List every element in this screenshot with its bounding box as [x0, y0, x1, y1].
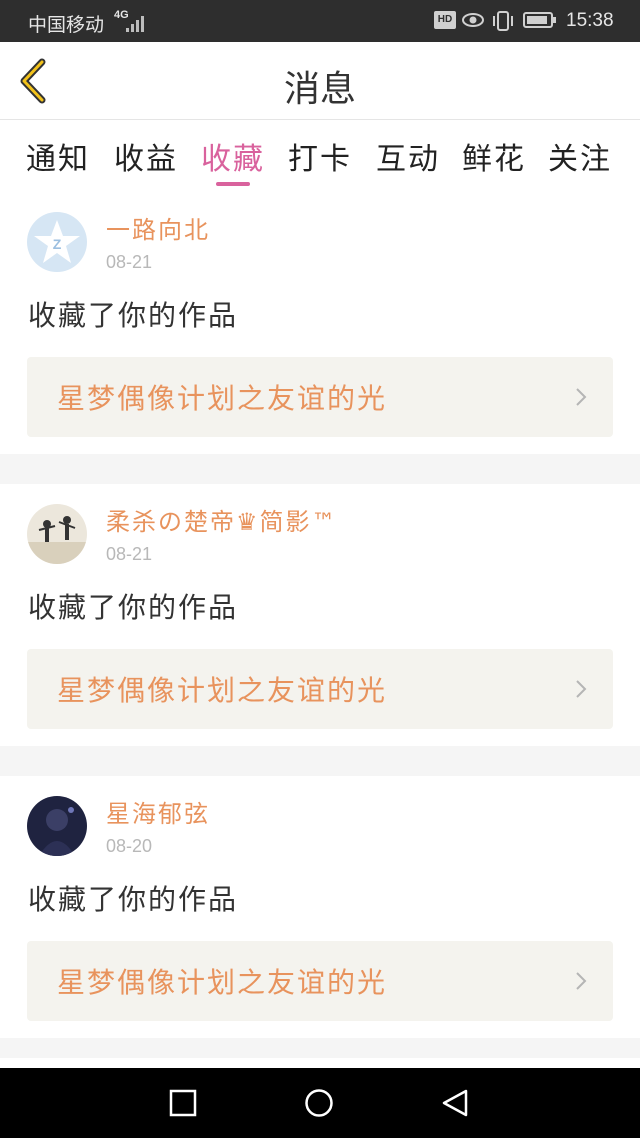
star-avatar-icon: Z	[27, 212, 87, 272]
tab-favorites[interactable]: 收藏	[201, 134, 265, 178]
tab-follow[interactable]: 关注	[548, 134, 612, 178]
work-title: 星梦偶像计划之友谊的光	[57, 966, 388, 999]
tab-interaction[interactable]: 互动	[376, 134, 440, 178]
chevron-right-icon	[576, 972, 587, 990]
page-title: 消息	[283, 69, 356, 110]
work-title: 星梦偶像计划之友谊的光	[57, 382, 388, 415]
tab-flowers[interactable]: 鲜花	[462, 134, 526, 178]
header: 消息	[0, 42, 640, 120]
message-date: 08-21	[106, 252, 153, 272]
work-link[interactable]: 星梦偶像计划之友谊的光	[27, 941, 613, 1021]
signal-icon	[124, 12, 148, 32]
hd-icon: HD	[434, 11, 456, 29]
home-button[interactable]	[304, 1088, 334, 1118]
username[interactable]: 柔杀の楚帝♛简影™	[106, 502, 338, 537]
tab-notice[interactable]: 通知	[26, 134, 90, 178]
recent-apps-button[interactable]	[168, 1088, 198, 1118]
message-date: 08-20	[106, 836, 153, 856]
tab-checkin[interactable]: 打卡	[288, 134, 352, 178]
work-link[interactable]: 星梦偶像计划之友谊的光	[27, 649, 613, 729]
svg-text:Z: Z	[53, 236, 62, 252]
avatar-photo-icon	[27, 796, 87, 856]
square-icon	[169, 1089, 197, 1117]
action-text: 收藏了你的作品	[28, 883, 239, 916]
message-item: 柔杀の楚帝♛简影™ 08-21 收藏了你的作品 星梦偶像计划之友谊的光	[0, 484, 640, 746]
carrier-label: 中国移动	[28, 15, 105, 36]
back-nav-button[interactable]	[440, 1088, 470, 1118]
battery-icon	[523, 12, 556, 28]
avatar[interactable]: Z	[27, 212, 87, 272]
work-title: 星梦偶像计划之友谊的光	[57, 674, 388, 707]
username[interactable]: 一路向北	[106, 210, 210, 245]
status-bar: 中国移动 4G HD 15:38	[0, 0, 640, 42]
username[interactable]: 星海郁弦	[106, 794, 210, 829]
work-link[interactable]: 星梦偶像计划之友谊的光	[27, 357, 613, 437]
avatar-photo-icon	[27, 504, 87, 564]
triangle-back-icon	[442, 1089, 468, 1117]
chevron-right-icon	[576, 388, 587, 406]
system-nav-bar	[0, 1068, 640, 1138]
message-item	[0, 1058, 640, 1068]
vibrate-icon	[492, 10, 514, 38]
circle-icon	[305, 1089, 333, 1117]
clock: 15:38	[566, 10, 614, 31]
eye-icon	[462, 11, 484, 35]
action-text: 收藏了你的作品	[28, 299, 239, 332]
avatar[interactable]	[27, 796, 87, 856]
tab-bar: 通知 收益 收藏 打卡 互动 鲜花 关注	[0, 120, 640, 192]
message-item: 星海郁弦 08-20 收藏了你的作品 星梦偶像计划之友谊的光	[0, 776, 640, 1038]
message-item: Z 一路向北 08-21 收藏了你的作品 星梦偶像计划之友谊的光	[0, 192, 640, 454]
avatar[interactable]	[27, 504, 87, 564]
action-text: 收藏了你的作品	[28, 591, 239, 624]
tab-earnings[interactable]: 收益	[114, 134, 178, 178]
chevron-right-icon	[576, 680, 587, 698]
message-date: 08-21	[106, 544, 153, 564]
active-tab-indicator	[216, 182, 250, 186]
